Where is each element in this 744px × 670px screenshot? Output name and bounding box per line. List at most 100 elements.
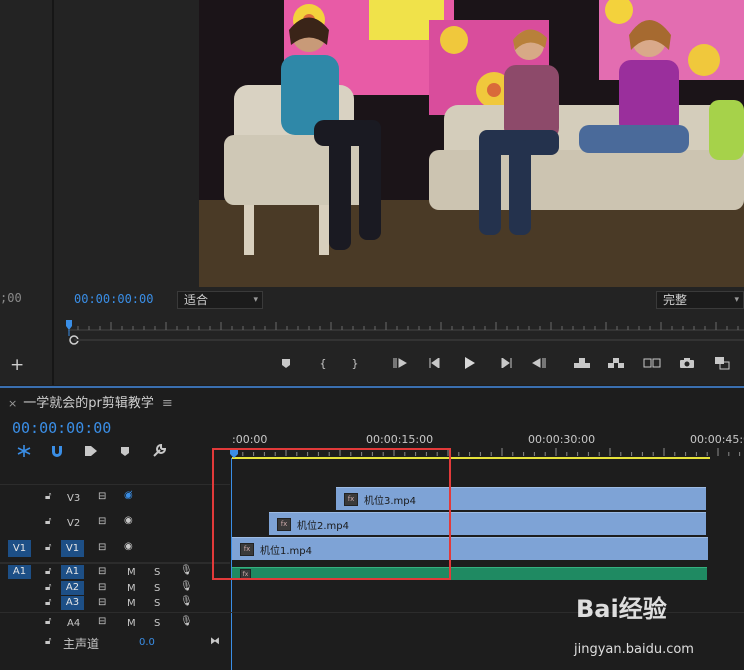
lock-icon[interactable]: 🔓︎ xyxy=(45,582,51,593)
chevron-down-icon: ▾ xyxy=(734,295,739,305)
toggle-sync-icon[interactable]: ⊟ xyxy=(98,491,106,502)
track-target-a1[interactable]: A1 xyxy=(61,565,84,579)
camera-icon xyxy=(680,358,694,368)
microphone-icon[interactable]: 🎙︎ xyxy=(180,596,193,607)
mark-out-button[interactable]: } xyxy=(345,352,365,374)
source-timecode: ;00 xyxy=(0,291,22,305)
track-target-v1[interactable]: V1 xyxy=(61,540,84,557)
mark-in-button[interactable]: { xyxy=(313,352,333,374)
solo-button[interactable]: S xyxy=(154,598,160,609)
linked-selection-icon xyxy=(85,446,97,456)
quality-select-value: 完整 xyxy=(663,293,688,307)
track-divider xyxy=(0,484,230,485)
lock-icon[interactable]: 🔓︎ xyxy=(45,616,51,627)
lift-button[interactable] xyxy=(572,352,592,374)
solo-button[interactable]: S xyxy=(154,618,160,629)
master-label: 主声道 xyxy=(63,637,100,651)
snap-button[interactable] xyxy=(48,443,66,459)
add-marker-timeline-button[interactable] xyxy=(116,443,134,459)
sequence-tab[interactable]: × 一学就会的pr剪辑教学 ≡ xyxy=(8,392,173,411)
scrub-ticks xyxy=(66,320,744,345)
microphone-icon[interactable]: 🎙︎ xyxy=(180,565,193,576)
play-button[interactable] xyxy=(460,352,480,374)
lock-icon[interactable]: 🔓︎ xyxy=(45,542,51,553)
timeline-settings-button[interactable] xyxy=(150,443,168,459)
track-target-a2[interactable]: A2 xyxy=(61,581,84,595)
timeline-timecode[interactable]: 00:00:00:00 xyxy=(12,419,111,437)
go-to-out-icon xyxy=(532,358,546,368)
nest-toggle-button[interactable] xyxy=(15,443,33,459)
add-marker-button[interactable] xyxy=(276,352,296,374)
track-target-a3[interactable]: A3 xyxy=(61,596,84,610)
nest-icon xyxy=(17,445,31,457)
quality-select[interactable]: 完整 ▾ xyxy=(656,291,744,309)
mute-button[interactable]: M xyxy=(127,598,136,609)
step-forward-icon xyxy=(501,358,512,368)
program-scrub-bar[interactable] xyxy=(54,316,744,346)
chevron-down-icon: ▾ xyxy=(253,295,258,305)
track-name: V3 xyxy=(67,493,81,504)
ruler-label: 00:00:15:00 xyxy=(366,433,434,446)
toggle-sync-icon[interactable]: ⊟ xyxy=(98,566,106,577)
toggle-sync-icon[interactable]: ⊟ xyxy=(98,516,106,527)
mute-button[interactable]: M xyxy=(127,618,136,629)
source-patch-a1[interactable]: A1 xyxy=(8,565,31,579)
source-patch-v1[interactable]: V1 xyxy=(8,540,31,557)
linked-selection-button[interactable] xyxy=(82,443,100,459)
step-forward-button[interactable] xyxy=(496,352,516,374)
master-volume[interactable]: 0.0 xyxy=(139,637,155,648)
go-to-in-icon xyxy=(393,358,407,368)
button-editor-icon xyxy=(715,357,730,370)
compare-icon xyxy=(643,358,661,368)
toggle-sync-icon[interactable]: ⊟ xyxy=(98,582,106,593)
microphone-icon[interactable]: 🎙︎ xyxy=(180,581,193,592)
close-tab-icon[interactable]: × xyxy=(8,397,17,410)
step-back-icon xyxy=(429,358,440,368)
lock-icon[interactable]: 🔓︎ xyxy=(45,516,51,527)
track-name: A4 xyxy=(67,618,81,629)
lock-icon[interactable]: 🔓︎ xyxy=(45,566,51,577)
baidu-watermark: Bai经验 xyxy=(576,595,667,623)
ruler-label: :00:00 xyxy=(232,433,268,446)
solo-button[interactable]: S xyxy=(154,583,160,594)
program-video-frame xyxy=(199,0,744,287)
source-panel: ;00 + xyxy=(0,0,52,385)
marker-icon xyxy=(282,358,290,368)
watermark-url: jingyan.baidu.com xyxy=(574,642,694,657)
zoom-select-value: 适合 xyxy=(184,293,209,307)
toggle-sync-icon[interactable]: ⊟ xyxy=(98,542,106,553)
add-button[interactable]: + xyxy=(10,355,24,375)
lock-icon[interactable]: 🔓︎ xyxy=(45,597,51,608)
zoom-select[interactable]: 适合 ▾ xyxy=(177,291,263,309)
program-timecode[interactable]: 00:00:00:00 xyxy=(74,292,153,306)
microphone-icon[interactable]: 🎙︎ xyxy=(180,616,193,627)
go-to-out-button[interactable] xyxy=(529,352,549,374)
export-frame-button[interactable] xyxy=(677,352,697,374)
step-back-button[interactable] xyxy=(425,352,445,374)
button-editor-button[interactable] xyxy=(712,352,732,374)
mark-in-icon: { xyxy=(319,356,327,370)
mark-out-icon: } xyxy=(351,356,359,370)
eye-icon[interactable]: ◉ xyxy=(124,515,133,526)
go-to-end-icon[interactable]: ⧓ xyxy=(210,636,220,647)
compare-view-button[interactable] xyxy=(642,352,662,374)
sequence-name: 一学就会的pr剪辑教学 xyxy=(23,396,154,411)
lock-icon[interactable]: 🔓︎ xyxy=(45,636,51,647)
panel-menu-icon[interactable]: ≡ xyxy=(162,396,173,411)
lock-icon[interactable]: 🔓︎ xyxy=(45,491,51,502)
eye-hidden-icon[interactable]: ◉̸ xyxy=(124,490,133,501)
eye-icon[interactable]: ◉ xyxy=(124,541,133,552)
lift-icon xyxy=(574,358,590,368)
extract-icon xyxy=(608,358,624,368)
toggle-sync-icon[interactable]: ⊟ xyxy=(98,597,106,608)
solo-button[interactable]: S xyxy=(154,567,160,578)
mute-button[interactable]: M xyxy=(127,583,136,594)
ruler-label: 00:00:30:00 xyxy=(528,433,596,446)
extract-button[interactable] xyxy=(606,352,626,374)
toggle-sync-icon[interactable]: ⊟ xyxy=(98,616,106,627)
ruler-label: 00:00:45:00 xyxy=(690,433,744,446)
mute-button[interactable]: M xyxy=(127,567,136,578)
track-divider xyxy=(0,562,230,564)
go-to-in-button[interactable] xyxy=(390,352,410,374)
wrench-icon xyxy=(153,443,167,457)
